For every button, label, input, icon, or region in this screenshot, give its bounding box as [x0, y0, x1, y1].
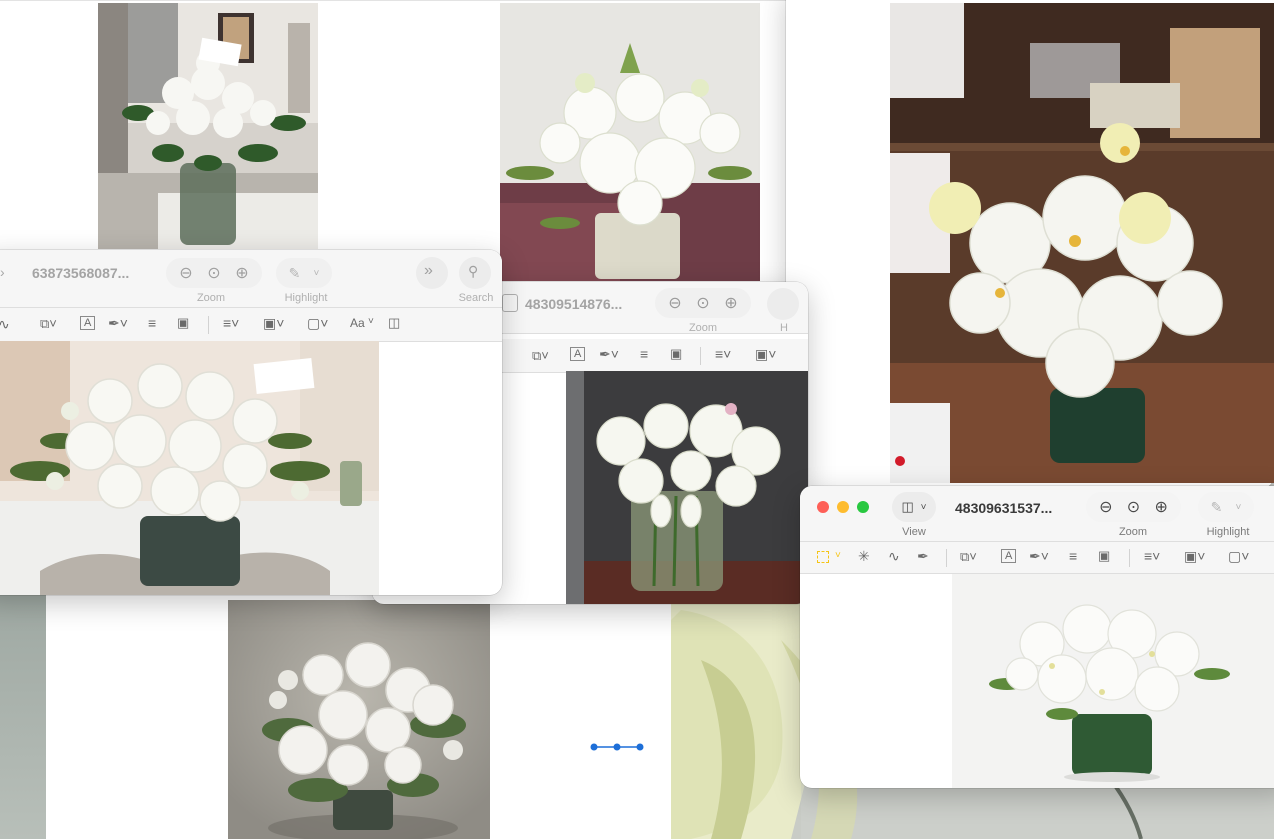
border-color-icon[interactable]: ▣˅	[1184, 548, 1205, 565]
toolbar-separator	[1129, 549, 1130, 567]
toolbar-separator	[946, 549, 947, 567]
sketch-icon[interactable]: ∿	[0, 316, 10, 333]
close-button[interactable]	[817, 501, 829, 513]
highlight-pen-icon: ✎	[288, 264, 301, 281]
page-layout-icon[interactable]: ▣	[1098, 548, 1110, 564]
text-style-button[interactable]: Aa	[350, 316, 365, 330]
double-chevron-icon: »	[424, 262, 433, 279]
photo-hydrangea-daisy-arrangement[interactable]	[952, 574, 1274, 788]
adjust-color-icon[interactable]: ≡	[640, 346, 648, 362]
photo-peony-arrangement[interactable]	[228, 600, 490, 839]
sidebar-chevron-icon[interactable]: ›	[0, 264, 5, 280]
toolbar: ◫ ˅ View 48309631537... ⊖ ⊙ ⊕ Zoom ✎ ˅ H…	[800, 486, 1274, 542]
signature-icon[interactable]: ✒˅	[599, 346, 619, 363]
zoom-label: Zoom	[196, 292, 226, 304]
line-style-icon[interactable]: ≡˅	[1144, 548, 1160, 564]
chevron-down-icon: ˅	[313, 267, 320, 279]
chevron-down-icon: ˅	[920, 501, 927, 513]
view-label: View	[902, 526, 926, 538]
border-color-icon[interactable]: ▣˅	[755, 346, 776, 363]
photo-white-roses-table[interactable]	[0, 341, 379, 595]
border-color-icon[interactable]: ▣˅	[263, 315, 284, 332]
markup-toolbar: ∿ ⧉˅ A ✒˅ ≡ ▣ ≡˅ ▣˅ ▢˅ Aa ˅ ◫	[0, 308, 502, 342]
toolbar-separator	[700, 347, 701, 365]
toolbar: › 63873568087... ⊖ ⊙ ⊕ Zoom ✎ ˅ Highligh…	[0, 250, 502, 308]
sidebar-icon: ◫	[901, 499, 914, 514]
view-button[interactable]: ◫ ˅	[892, 492, 936, 522]
window-title: 48309514876...	[525, 296, 623, 312]
highlight-controls[interactable]: ✎ ˅	[276, 258, 332, 288]
annotation-icon[interactable]: ◫	[388, 315, 400, 331]
highlight-label: H	[780, 322, 788, 334]
zoom-out-icon[interactable]: ⊖	[179, 263, 192, 283]
fill-color-icon[interactable]: ▢˅	[307, 315, 328, 332]
zoom-in-icon[interactable]: ⊕	[724, 293, 737, 313]
photo-tulip-orchid-cylinder[interactable]	[566, 371, 808, 604]
adjust-color-icon[interactable]: ≡	[148, 315, 156, 331]
zoom-actual-icon[interactable]: ⊙	[207, 263, 220, 283]
chevron-down-icon: ˅	[835, 550, 841, 561]
zoom-in-icon[interactable]: ⊕	[1154, 497, 1167, 517]
adjust-color-icon[interactable]: ≡	[1069, 548, 1077, 564]
scale-indicator	[590, 739, 644, 751]
search-label: Search	[458, 292, 494, 304]
text-box-icon[interactable]: A	[80, 316, 96, 330]
photo-orchid-hydrangea-bowl[interactable]	[500, 3, 760, 281]
toolbar-separator	[208, 316, 209, 334]
preview-window-right: ◫ ˅ View 48309631537... ⊖ ⊙ ⊕ Zoom ✎ ˅ H…	[800, 486, 1274, 788]
zoom-actual-icon[interactable]: ⊙	[1127, 497, 1140, 517]
chevron-down-icon: ˅	[1235, 501, 1242, 513]
signature-icon[interactable]: ✒˅	[108, 315, 128, 332]
signature-icon[interactable]: ✒˅	[1029, 548, 1049, 565]
text-box-icon[interactable]: A	[1001, 549, 1017, 563]
zoom-controls: ⊖ ⊙ ⊕	[166, 258, 262, 288]
photo-orchid-rose-arrangement[interactable]	[890, 3, 1274, 483]
line-style-icon[interactable]: ≡˅	[715, 346, 731, 362]
fill-color-icon[interactable]: ▢˅	[1228, 548, 1249, 565]
preview-window-left: › 63873568087... ⊖ ⊙ ⊕ Zoom ✎ ˅ Highligh…	[0, 250, 502, 595]
highlight-pen-icon: ✎	[1210, 498, 1223, 515]
zoom-out-icon[interactable]: ⊖	[1099, 497, 1112, 517]
search-icon: ⚲	[468, 263, 479, 279]
page-layout-icon[interactable]: ▣	[670, 346, 682, 362]
selection-tool-icon[interactable]	[817, 551, 829, 563]
document-icon	[502, 294, 518, 312]
photo-gallery-arrangement[interactable]	[98, 3, 318, 249]
highlight-label: Highlight	[284, 292, 328, 304]
highlight-label: Highlight	[1206, 526, 1250, 538]
zoom-controls: ⊖ ⊙ ⊕	[655, 288, 751, 318]
draw-icon[interactable]: ✒	[917, 548, 929, 565]
zoom-out-icon[interactable]: ⊖	[668, 293, 681, 313]
shapes-icon[interactable]: ⧉˅	[532, 348, 549, 364]
zoom-label: Zoom	[688, 322, 718, 334]
chevron-down-icon: ˅	[368, 316, 374, 327]
window-title: 48309631537...	[955, 500, 1053, 516]
shapes-icon[interactable]: ⧉˅	[960, 549, 977, 565]
zoom-window-button[interactable]	[857, 501, 869, 513]
highlight-button[interactable]	[767, 288, 799, 320]
zoom-controls: ⊖ ⊙ ⊕	[1086, 492, 1181, 522]
page-layout-icon[interactable]: ▣	[177, 315, 189, 331]
shapes-icon[interactable]: ⧉˅	[40, 316, 57, 332]
zoom-label: Zoom	[1118, 526, 1148, 538]
instant-alpha-icon[interactable]: ✳	[858, 548, 870, 565]
sketch-icon[interactable]: ∿	[888, 548, 900, 565]
text-box-icon[interactable]: A	[570, 347, 586, 361]
line-style-icon[interactable]: ≡˅	[223, 315, 239, 331]
markup-toolbar: ˅ ✳ ∿ ✒ ⧉˅ A ✒˅ ≡ ▣ ≡˅ ▣˅ ▢˅	[800, 542, 1274, 574]
zoom-actual-icon[interactable]: ⊙	[696, 293, 709, 313]
window-title: 63873568087...	[32, 265, 130, 281]
highlight-controls[interactable]: ✎ ˅	[1198, 492, 1254, 522]
desktop-wallpaper-patch	[0, 590, 46, 839]
zoom-in-icon[interactable]: ⊕	[235, 263, 248, 283]
minimize-button[interactable]	[837, 501, 849, 513]
